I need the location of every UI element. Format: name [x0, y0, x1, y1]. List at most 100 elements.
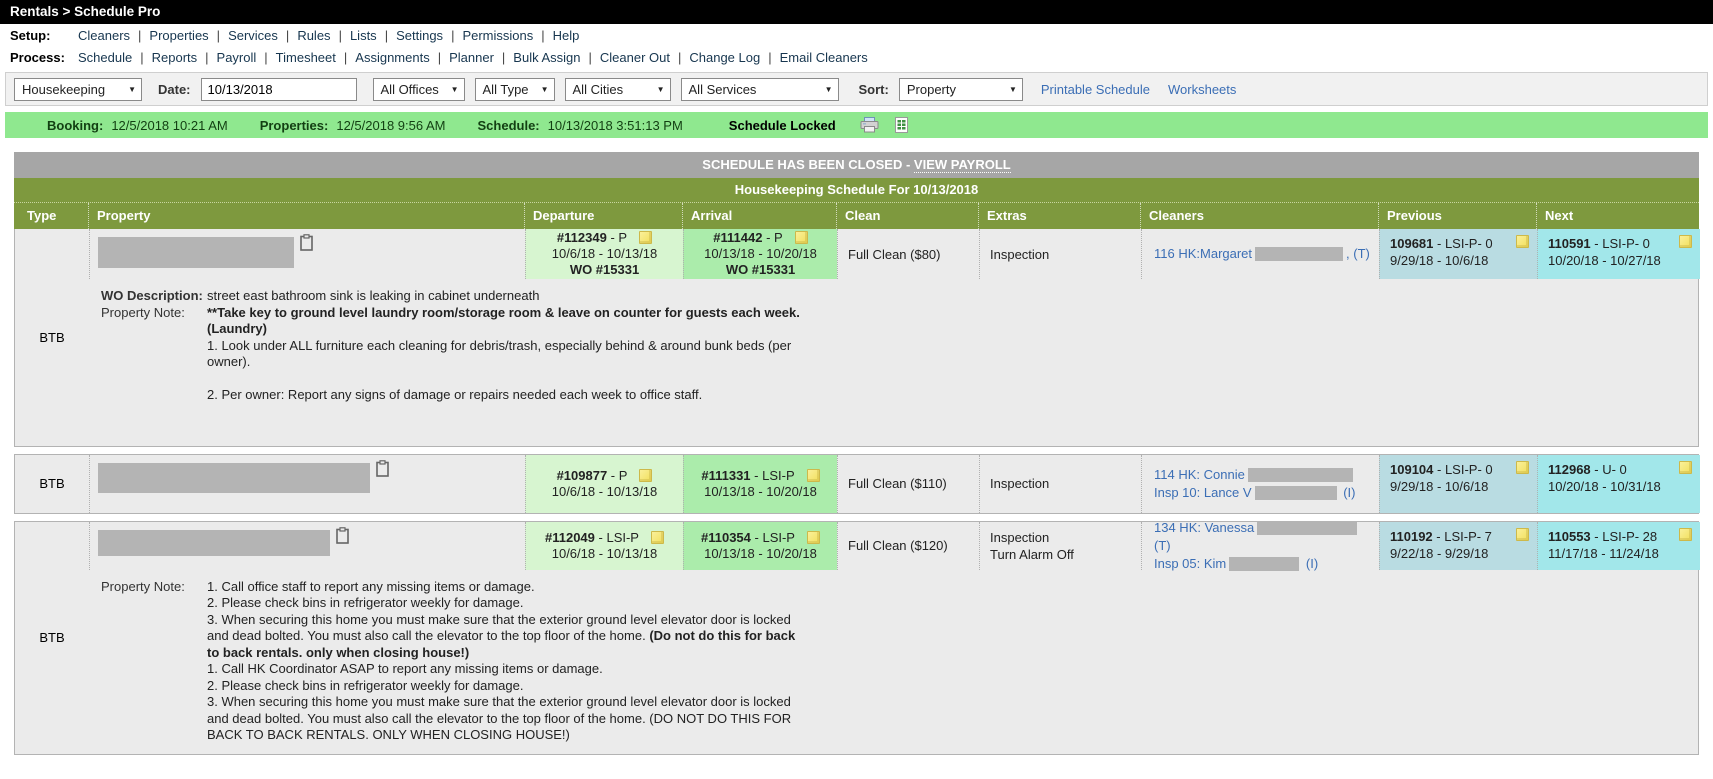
nav-process-payroll[interactable]: Payroll: [213, 50, 261, 65]
departure-dates: 10/6/18 - 10/13/18: [551, 483, 658, 499]
note-icon[interactable]: [639, 468, 653, 482]
note-icon[interactable]: [1516, 527, 1529, 541]
nav-setup-services[interactable]: Services: [224, 28, 282, 43]
nav-setup-cleaners[interactable]: Cleaners: [68, 28, 134, 43]
arrival-dates: 10/13/18 - 10/20/18: [704, 246, 817, 261]
schedule-subtitle: Housekeeping Schedule For 10/13/2018: [14, 178, 1699, 203]
property-cell[interactable]: [89, 229, 525, 279]
property-cell[interactable]: [89, 521, 525, 570]
nav-setup-permissions[interactable]: Permissions: [458, 28, 537, 43]
note-icon[interactable]: [639, 231, 653, 244]
nav-process-reports[interactable]: Reports: [148, 50, 202, 65]
property-note-label: Property Note:: [101, 304, 185, 320]
properties-timestamp: 12/5/2018 9:56 AM: [336, 117, 446, 133]
column-header-row: Type Property Departure Arrival Clean Ex…: [14, 203, 1699, 229]
sort-label: Sort:: [858, 81, 889, 97]
services-select[interactable]: All Services ▼: [680, 77, 839, 101]
col-header-property: Property: [88, 203, 524, 229]
schedule-label: Schedule:: [477, 117, 540, 133]
schedule-locked-badge: Schedule Locked: [728, 117, 836, 133]
redacted-cleaner-name: [1255, 247, 1344, 261]
departure-cell: #112049 - LSI-P 10/6/18 - 10/13/18: [525, 521, 683, 570]
offices-select[interactable]: All Offices ▼: [372, 77, 465, 101]
booking-label: Booking:: [47, 117, 104, 133]
redacted-cleaner-name: [1247, 467, 1353, 482]
row-type: BTB: [39, 329, 65, 345]
schedule-table: SCHEDULE HAS BEEN CLOSED - VIEW PAYROLL …: [14, 152, 1700, 755]
arrival-dates: 10/13/18 - 10/20/18: [704, 545, 817, 561]
col-header-extras: Extras: [978, 203, 1140, 229]
type-select[interactable]: All Type ▼: [474, 77, 555, 101]
note-icon[interactable]: [806, 468, 820, 482]
col-header-previous: Previous: [1378, 203, 1536, 229]
nav-process-planner[interactable]: Planner: [445, 50, 498, 65]
nav-process-email-cleaners[interactable]: Email Cleaners: [776, 50, 872, 65]
nav-setup-settings[interactable]: Settings: [392, 28, 447, 43]
filter-bar: Housekeeping ▼ Date: All Offices ▼ All T…: [5, 72, 1708, 106]
note-icon[interactable]: [650, 530, 664, 544]
sort-select[interactable]: Property ▼: [898, 77, 1023, 101]
view-payroll-link[interactable]: VIEW PAYROLL: [913, 157, 1011, 173]
departure-cell: #109877 - P 10/6/18 - 10/13/18: [525, 454, 683, 513]
clipboard-icon[interactable]: [336, 526, 349, 547]
col-header-arrival: Arrival: [682, 203, 836, 229]
arrival-cell: #110354 - LSI-P 10/13/18 - 10/20/18: [683, 521, 837, 570]
nav-process-timesheet[interactable]: Timesheet: [272, 50, 340, 65]
arrival-cell: #111442 - P 10/13/18 - 10/20/18 WO #1533…: [683, 229, 837, 279]
wo-description-label: WO Description:: [101, 288, 203, 303]
date-input[interactable]: [200, 77, 357, 101]
note-icon[interactable]: [806, 530, 820, 544]
col-header-departure: Departure: [524, 203, 682, 229]
clipboard-icon[interactable]: [376, 459, 389, 480]
redacted-property-name: [98, 237, 294, 268]
note-icon[interactable]: [1516, 235, 1529, 248]
cleaner-link[interactable]: 116 HK:Margaret, (T): [1154, 245, 1379, 263]
nav-process-change-log[interactable]: Change Log: [685, 50, 764, 65]
setup-label: Setup:: [10, 28, 51, 43]
nav-setup-lists[interactable]: Lists: [346, 28, 381, 43]
redacted-cleaner-name: [1254, 485, 1337, 500]
chevron-down-icon: ▼: [656, 84, 665, 94]
category-select[interactable]: Housekeeping ▼: [14, 77, 142, 101]
printer-icon[interactable]: [860, 117, 879, 133]
col-header-next: Next: [1536, 203, 1699, 229]
cleaner-link[interactable]: 134 HK: Vanessa (T): [1154, 519, 1379, 555]
nav-setup-properties[interactable]: Properties: [145, 28, 212, 43]
cleaner-link[interactable]: 114 HK: Connie: [1154, 466, 1379, 484]
col-header-cleaners: Cleaners: [1140, 203, 1378, 229]
clipboard-icon[interactable]: [300, 234, 313, 254]
nav-process-schedule[interactable]: Schedule: [68, 50, 136, 65]
previous-booking-cell: 109681 - LSI-P- 0 9/29/18 - 10/6/18: [1379, 229, 1537, 279]
note-icon[interactable]: [1679, 460, 1692, 474]
printable-schedule-link[interactable]: Printable Schedule: [1041, 82, 1150, 97]
chevron-down-icon: ▼: [1008, 84, 1017, 94]
chevron-down-icon: ▼: [824, 84, 833, 94]
previous-booking-cell: 109104 - LSI-P- 0 9/29/18 - 10/6/18: [1379, 454, 1537, 513]
worksheets-link[interactable]: Worksheets: [1168, 82, 1236, 97]
redacted-cleaner-name: [1257, 520, 1358, 535]
excel-export-icon[interactable]: [894, 117, 908, 133]
property-cell[interactable]: [89, 454, 525, 513]
next-booking-cell: 110553 - LSI-P- 28 11/17/18 - 11/24/18: [1537, 521, 1700, 570]
row-type: BTB: [39, 476, 65, 491]
note-icon[interactable]: [1516, 460, 1529, 474]
note-icon[interactable]: [1679, 235, 1692, 248]
wo-description-text: street east bathroom sink is leaking in …: [207, 288, 540, 303]
note-icon[interactable]: [1679, 527, 1692, 541]
table-row: BTB #112049 - LSI-P 10/6/18 - 10/13/18 #…: [14, 519, 1700, 755]
nav-process-assignments[interactable]: Assignments: [351, 50, 433, 65]
property-note-text: **Take key to ground level laundry room/…: [207, 304, 800, 402]
inspector-link[interactable]: Insp 10: Lance V (I): [1154, 484, 1379, 502]
nav-setup-help[interactable]: Help: [549, 28, 584, 43]
col-header-clean: Clean: [836, 203, 978, 229]
cities-select[interactable]: All Cities ▼: [564, 77, 671, 101]
note-icon[interactable]: [794, 231, 808, 244]
nav-setup-rules[interactable]: Rules: [293, 28, 334, 43]
nav-process-cleaner-out[interactable]: Cleaner Out: [596, 50, 674, 65]
arrival-cell: #111331 - LSI-P 10/13/18 - 10/20/18: [683, 454, 837, 513]
inspector-link[interactable]: Insp 05: Kim (I): [1154, 555, 1379, 573]
departure-cell: #112349 - P 10/6/18 - 10/13/18 WO #15331: [525, 229, 683, 279]
table-row: BTB #109877 - P 10/6/18 - 10/13/18 #1113…: [14, 453, 1700, 514]
clean-cell: Full Clean ($80): [837, 229, 979, 279]
nav-process-bulk-assign[interactable]: Bulk Assign: [509, 50, 584, 65]
